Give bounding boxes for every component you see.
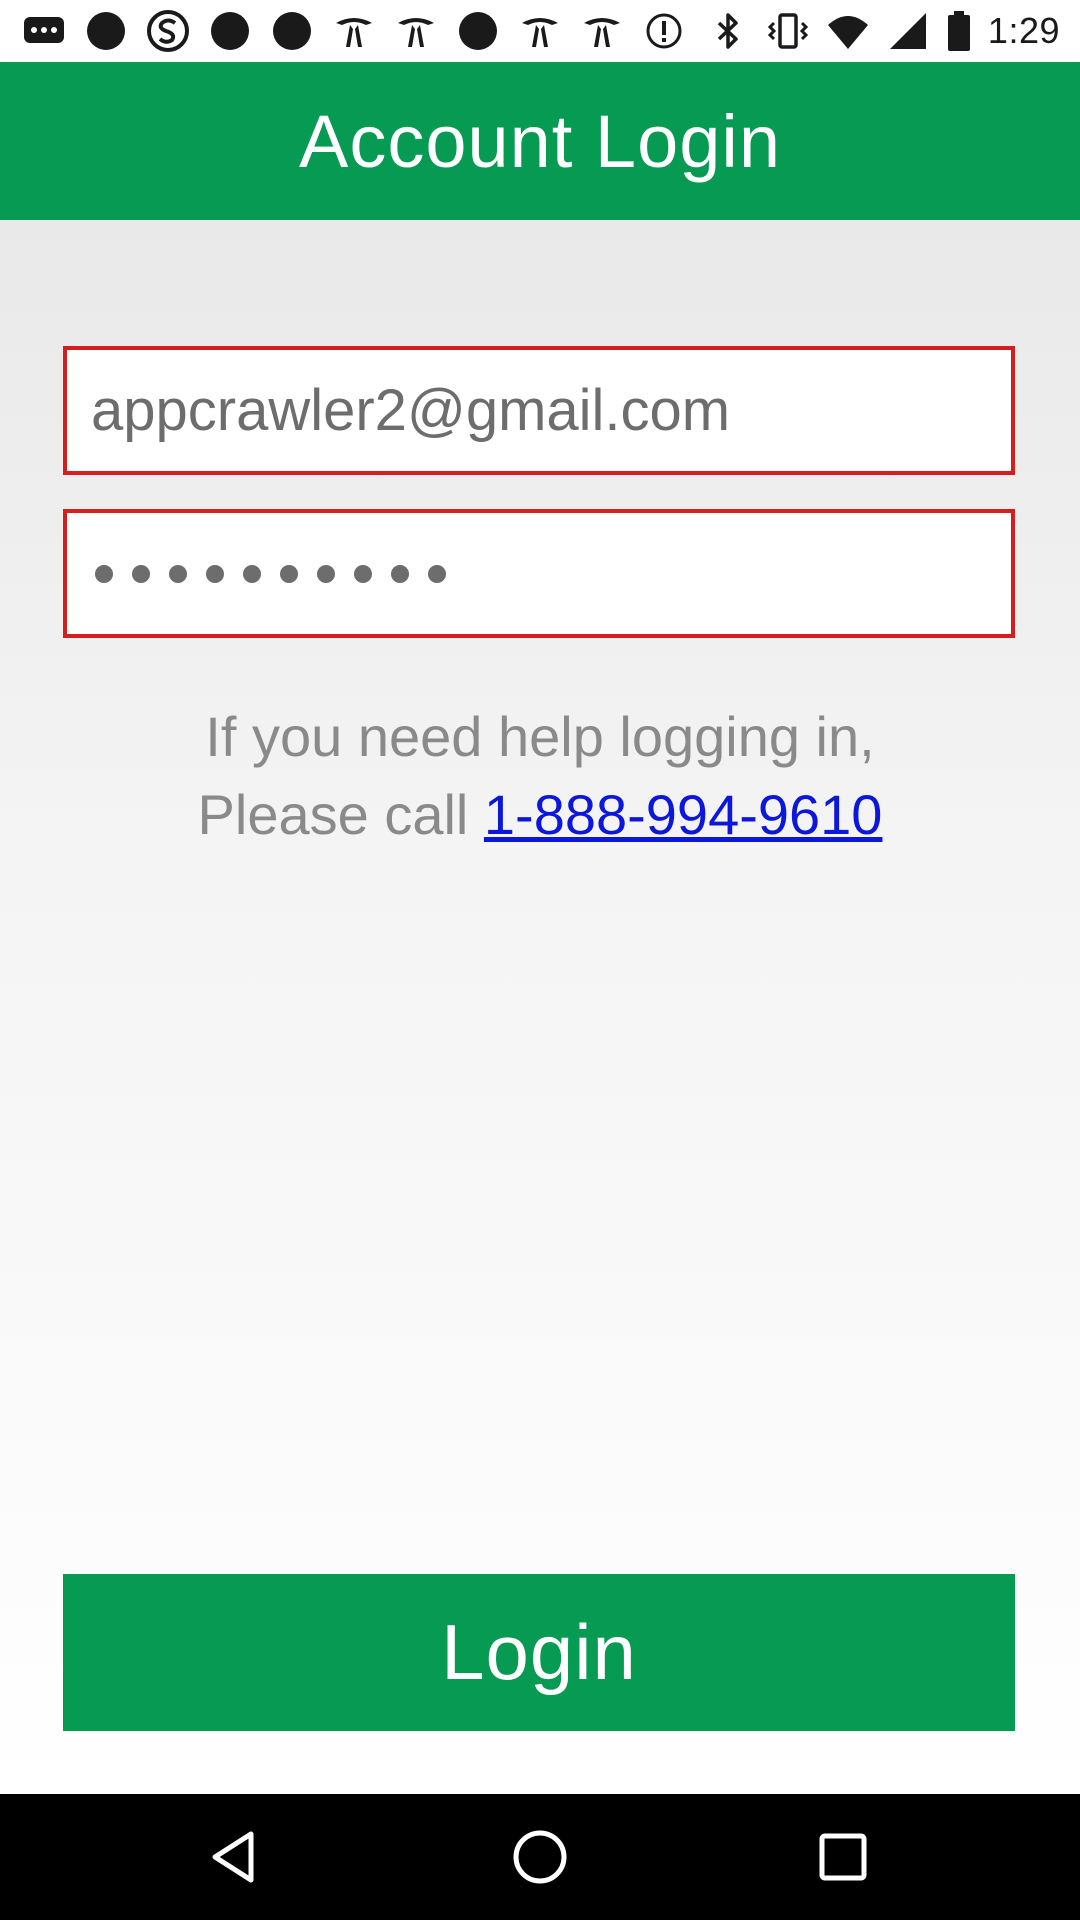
login-button-label: Login xyxy=(441,1608,637,1696)
password-mask-dot xyxy=(169,564,187,583)
signal-icon xyxy=(889,13,926,49)
password-mask-dot xyxy=(280,564,298,583)
home-icon[interactable] xyxy=(507,1824,573,1890)
password-mask-dot xyxy=(95,564,113,583)
help-line-1: If you need help logging in, xyxy=(205,705,875,768)
circle-notification-icon xyxy=(211,12,249,50)
status-bar-system: 1:29 xyxy=(706,9,1060,53)
password-mask-dot xyxy=(317,564,335,583)
back-icon[interactable] xyxy=(203,1824,269,1890)
password-field[interactable] xyxy=(63,509,1015,638)
login-button[interactable]: Login xyxy=(63,1574,1015,1731)
status-bar-notifications xyxy=(22,9,686,53)
tower-icon xyxy=(584,18,620,47)
tower-icon xyxy=(336,18,372,47)
tower-icon xyxy=(398,18,434,47)
email-field[interactable]: appcrawler2@gmail.com xyxy=(63,346,1015,475)
password-mask-dot xyxy=(428,564,446,583)
password-mask-dot xyxy=(354,564,372,583)
messages-icon xyxy=(24,17,64,43)
app-bar: Account Login xyxy=(0,62,1080,220)
circle-notification-icon xyxy=(459,12,497,50)
circle-notification-icon xyxy=(273,12,311,50)
s-app-icon xyxy=(147,10,189,52)
bluetooth-icon xyxy=(717,13,738,49)
password-mask-dot xyxy=(243,564,261,583)
help-text: If you need help logging in, Please call… xyxy=(0,698,1080,854)
help-line-2: Please call 1-888-994-9610 xyxy=(0,776,1080,854)
tower-icon xyxy=(522,18,558,47)
password-mask-dot xyxy=(206,564,224,583)
vibrate-icon xyxy=(767,13,809,49)
phone-link[interactable]: 1-888-994-9610 xyxy=(484,783,883,846)
recents-icon[interactable] xyxy=(810,1824,876,1890)
status-bar: 1:29 xyxy=(0,0,1080,62)
password-mask-dot xyxy=(132,564,150,583)
circle-notification-icon xyxy=(87,12,125,50)
password-mask xyxy=(91,564,446,583)
navigation-bar xyxy=(0,1794,1080,1920)
password-mask-dot xyxy=(391,564,409,583)
page-title: Account Login xyxy=(298,99,781,183)
status-time: 1:29 xyxy=(987,10,1060,51)
battery-icon xyxy=(947,11,970,51)
info-icon xyxy=(646,13,682,49)
email-field-value: appcrawler2@gmail.com xyxy=(91,378,731,443)
help-line-2-prefix: Please call xyxy=(197,783,484,846)
wifi-icon xyxy=(827,16,868,49)
login-content: appcrawler2@gmail.com If you need help l… xyxy=(0,220,1080,1794)
